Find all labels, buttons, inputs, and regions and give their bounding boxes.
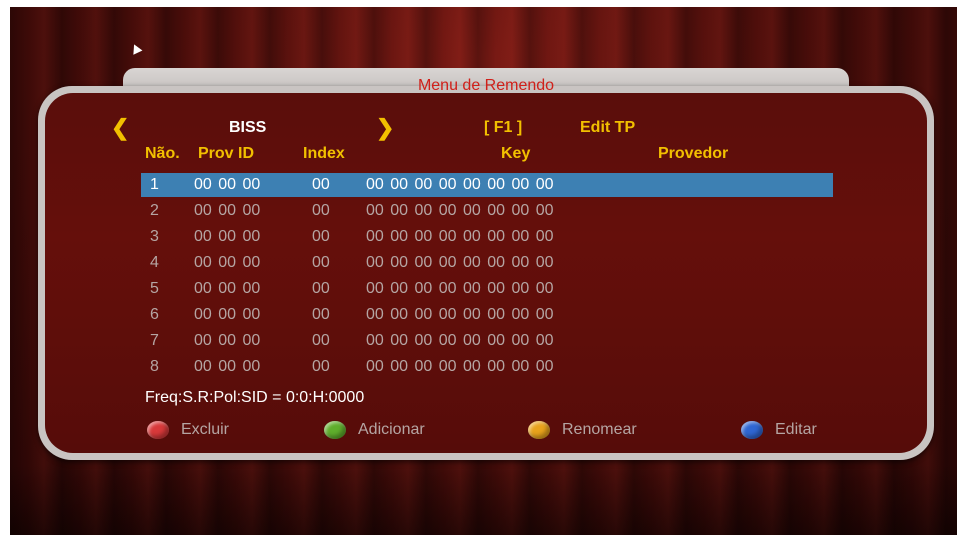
row-key: 00 00 00 00 00 00 00 00 xyxy=(366,228,554,245)
row-prov-id: 00 00 00 xyxy=(194,280,261,297)
column-header-index: Index xyxy=(303,145,345,162)
mode-label[interactable]: BISS xyxy=(229,119,266,137)
row-prov-id: 00 00 00 xyxy=(194,228,261,245)
row-index: 00 xyxy=(312,332,330,349)
dialog-title: Menu de Remendo xyxy=(417,77,555,94)
row-key: 00 00 00 00 00 00 00 00 xyxy=(366,306,554,323)
row-key: 00 00 00 00 00 00 00 00 xyxy=(366,202,554,219)
blue-ball-icon xyxy=(741,421,763,439)
f1-key-label[interactable]: [ F1 ] xyxy=(484,119,522,137)
row-key: 00 00 00 00 00 00 00 00 xyxy=(366,358,554,375)
row-key: 00 00 00 00 00 00 00 00 xyxy=(366,254,554,271)
row-index: 00 xyxy=(312,228,330,245)
legend-label-rename: Renomear xyxy=(562,421,637,438)
table-row[interactable]: 1 00 00 00 00 00 00 00 00 00 00 00 00 xyxy=(141,173,833,197)
row-key: 00 00 00 00 00 00 00 00 xyxy=(366,332,554,349)
table-row[interactable]: 4 00 00 00 00 00 00 00 00 00 00 00 00 xyxy=(141,251,833,275)
legend-label-delete: Excluir xyxy=(181,421,230,438)
table-row[interactable]: 5 00 00 00 00 00 00 00 00 00 00 00 00 xyxy=(141,277,833,301)
row-number: 1 xyxy=(150,176,159,193)
row-number: 8 xyxy=(150,358,159,375)
tv-screen: Menu de Remendo ❮ BISS ❯ [ F1 ] Edit TP … xyxy=(10,7,957,535)
row-index: 00 xyxy=(312,306,330,323)
row-prov-id: 00 00 00 xyxy=(194,176,261,193)
mode-prev-arrow-icon[interactable]: ❮ xyxy=(111,115,129,141)
column-header-prov-id: Prov ID xyxy=(198,145,255,162)
row-number: 7 xyxy=(150,332,159,349)
column-header-key: Key xyxy=(501,145,531,162)
row-index: 00 xyxy=(312,254,330,271)
mouse-cursor-icon xyxy=(129,42,143,55)
row-number: 6 xyxy=(150,306,159,323)
row-number: 2 xyxy=(150,202,159,219)
column-header-no: Não. xyxy=(145,145,180,162)
legend-label-edit: Editar xyxy=(775,421,817,438)
row-prov-id: 00 00 00 xyxy=(194,202,261,219)
row-prov-id: 00 00 00 xyxy=(194,332,261,349)
row-number: 4 xyxy=(150,254,159,271)
column-header-provider: Provedor xyxy=(658,145,729,162)
row-index: 00 xyxy=(312,202,330,219)
table-row[interactable]: 6 00 00 00 00 00 00 00 00 00 00 00 00 xyxy=(141,303,833,327)
row-number: 5 xyxy=(150,280,159,297)
edit-tp-label[interactable]: Edit TP xyxy=(580,119,635,137)
table-row[interactable]: 7 00 00 00 00 00 00 00 00 00 00 00 00 xyxy=(141,329,833,353)
red-ball-icon xyxy=(147,421,169,439)
table-row[interactable]: 8 00 00 00 00 00 00 00 00 00 00 00 00 xyxy=(141,355,833,379)
table-row[interactable]: 2 00 00 00 00 00 00 00 00 00 00 00 00 xyxy=(141,199,833,223)
green-ball-icon xyxy=(324,421,346,439)
freq-info: Freq:S.R:Pol:SID = 0:0:H:0000 xyxy=(145,389,365,406)
row-prov-id: 00 00 00 xyxy=(194,254,261,271)
mode-next-arrow-icon[interactable]: ❯ xyxy=(376,115,394,141)
row-index: 00 xyxy=(312,176,330,193)
row-prov-id: 00 00 00 xyxy=(194,358,261,375)
table-row[interactable]: 3 00 00 00 00 00 00 00 00 00 00 00 00 xyxy=(141,225,833,249)
yellow-ball-icon xyxy=(528,421,550,439)
row-key: 00 00 00 00 00 00 00 00 xyxy=(366,176,554,193)
row-key: 00 00 00 00 00 00 00 00 xyxy=(366,280,554,297)
legend-label-add: Adicionar xyxy=(358,421,425,438)
row-index: 00 xyxy=(312,358,330,375)
row-number: 3 xyxy=(150,228,159,245)
row-index: 00 xyxy=(312,280,330,297)
row-prov-id: 00 00 00 xyxy=(194,306,261,323)
